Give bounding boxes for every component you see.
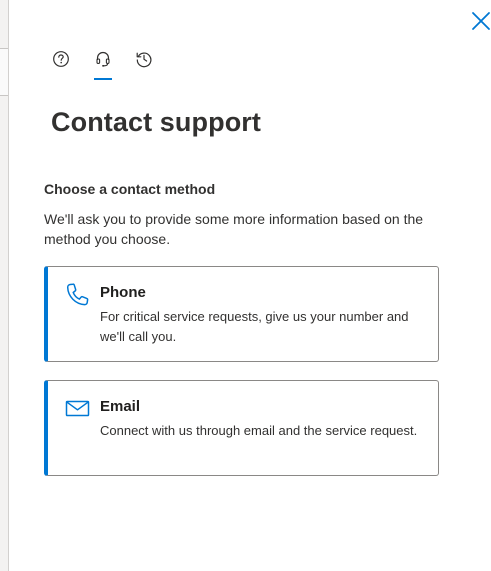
background-segment xyxy=(0,48,8,96)
close-icon xyxy=(472,12,490,30)
email-option-title: Email xyxy=(100,398,141,415)
help-icon xyxy=(53,51,69,67)
history-icon xyxy=(136,52,152,68)
background-app-strip xyxy=(0,0,8,571)
page-title: Contact support xyxy=(51,107,261,137)
phone-option-description: For critical service requests, give us y… xyxy=(100,309,409,344)
email-option-description: Connect with us through email and the se… xyxy=(100,423,418,438)
phone-icon xyxy=(62,280,92,310)
support-panel: Contact support Choose a contact method … xyxy=(9,0,491,571)
tab-contact-support[interactable] xyxy=(91,48,115,82)
tab-history[interactable] xyxy=(132,48,156,82)
email-option-card[interactable]: Email Connect with us through email and … xyxy=(44,380,439,476)
contact-method-description: We'll ask you to provide some more infor… xyxy=(44,211,424,247)
phone-option-title: Phone xyxy=(100,284,146,301)
background-segment xyxy=(0,0,8,48)
contact-method-heading: Choose a contact method xyxy=(44,181,216,197)
background-segment xyxy=(0,96,8,571)
active-tab-indicator xyxy=(94,78,112,80)
phone-option-card[interactable]: Phone For critical service requests, giv… xyxy=(44,266,439,362)
headset-icon xyxy=(96,51,110,67)
close-button[interactable] xyxy=(468,8,491,34)
tab-help[interactable] xyxy=(49,48,73,82)
mail-icon xyxy=(62,394,92,424)
